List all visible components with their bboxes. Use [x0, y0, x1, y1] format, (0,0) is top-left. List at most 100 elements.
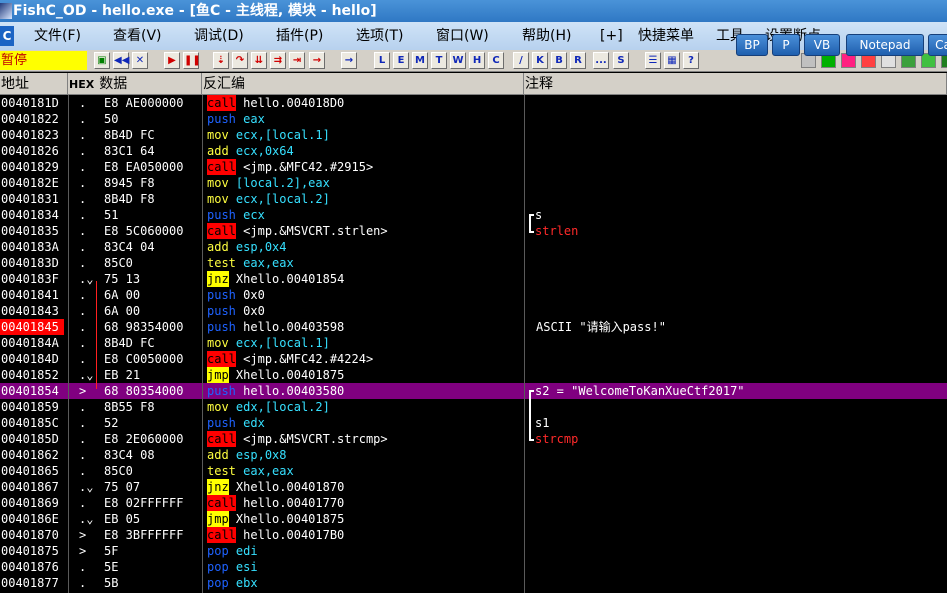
- row-disassembly: add esp,0x4: [207, 239, 287, 255]
- row-mnemonic: add: [207, 448, 229, 462]
- code-row[interactable]: 0040181D. E8 AE000000 call hello.004018D0: [0, 95, 947, 111]
- row-jump-marker: .: [79, 192, 87, 206]
- column-header-comment[interactable]: 注释: [524, 73, 947, 95]
- jump-arrow-line: [96, 281, 97, 389]
- vb-button[interactable]: VB: [804, 34, 840, 56]
- bp-button[interactable]: BP: [736, 34, 768, 56]
- code-row[interactable]: 0040184D. E8 C0050000 call <jmp.&MFC42.#42…: [0, 351, 947, 367]
- code-row[interactable]: 00401852 .⌄ EB 21 jmp Xhello.00401875: [0, 367, 947, 383]
- restart-icon[interactable]: ◀◀: [113, 52, 129, 69]
- menu-window[interactable]: 窗口(W): [436, 27, 489, 45]
- column-header-disasm[interactable]: 反汇编: [202, 73, 524, 95]
- code-row[interactable]: 00401859. 8B55 F8 mov edx,[local.2]: [0, 399, 947, 415]
- code-row[interactable]: 0040185D. E8 2E060000 call <jmp.&MSVCRT.st…: [0, 431, 947, 447]
- code-row[interactable]: 00401845. 68 98354000 push hello.00403598 A…: [0, 319, 947, 335]
- execute-till-return-icon[interactable]: ⇥: [289, 52, 305, 69]
- menu-shortcuts[interactable]: 快捷菜单: [638, 27, 694, 45]
- code-row[interactable]: 00401875 >5F pop edi: [0, 543, 947, 559]
- memory-map-button[interactable]: M: [412, 52, 428, 69]
- row-bytes: 52: [104, 416, 119, 430]
- row-disassembly: push eax: [207, 111, 265, 127]
- code-row[interactable]: 0040186E .⌄ EB 05 jmp Xhello.00401875: [0, 511, 947, 527]
- run-icon[interactable]: ▶: [164, 52, 180, 69]
- go-to-icon[interactable]: →: [309, 52, 325, 69]
- code-row[interactable]: 00401831. 8B4D F8 mov ecx,[local.2]: [0, 191, 947, 207]
- call-stack-button[interactable]: K: [532, 52, 548, 69]
- trace-over-icon[interactable]: ⇉: [270, 52, 286, 69]
- references-button[interactable]: R: [570, 52, 586, 69]
- code-row[interactable]: 00401862. 83C4 08 add esp,0x8: [0, 447, 947, 463]
- run-trace-button[interactable]: ...: [593, 52, 609, 69]
- column-header-data[interactable]: HEX 数据: [68, 73, 202, 95]
- row-jump-marker: .: [79, 320, 87, 334]
- code-row[interactable]: 00401826. 83C1 64 add ecx,0x64: [0, 143, 947, 159]
- row-mnemonic: mov: [207, 128, 229, 142]
- row-disassembly: pop ebx: [207, 575, 258, 591]
- trace-into-icon[interactable]: ⇊: [251, 52, 267, 69]
- disassembly-listing[interactable]: 0040181D. E8 AE000000 call hello.004018D0 0…: [0, 95, 947, 593]
- code-row[interactable]: 0040183A. 83C4 04 add esp,0x4: [0, 239, 947, 255]
- list-icon[interactable]: ☰: [645, 52, 661, 69]
- code-row[interactable]: 0040183F .⌄ 75 13 jnz Xhello.00401854: [0, 271, 947, 287]
- menu-help[interactable]: 帮助(H): [522, 27, 571, 45]
- code-row[interactable]: 0040185C. 52 push edx s1: [0, 415, 947, 431]
- menu-file[interactable]: 文件(F): [34, 27, 81, 45]
- close-icon[interactable]: ✕: [132, 52, 148, 69]
- code-row[interactable]: 00401843. 6A 00 push 0x0: [0, 303, 947, 319]
- animate-icon[interactable]: →: [341, 52, 357, 69]
- breakpoints-button[interactable]: B: [551, 52, 567, 69]
- code-row[interactable]: 00401867 .⌄ 75 07 jnz Xhello.00401870: [0, 479, 947, 495]
- p-button[interactable]: P: [772, 34, 800, 56]
- help-icon[interactable]: ?: [683, 52, 699, 69]
- notepad-button[interactable]: Notepad: [846, 34, 924, 56]
- code-row[interactable]: 00401865. 85C0 test eax,eax: [0, 463, 947, 479]
- row-operand: <jmp.&MFC42.#4224>: [243, 352, 374, 366]
- pause-icon[interactable]: ❚❚: [183, 52, 201, 69]
- code-row[interactable]: 00401823. 8B4D FC mov ecx,[local.1]: [0, 127, 947, 143]
- row-operand: <jmp.&MFC42.#2915>: [243, 160, 374, 174]
- row-jump-marker: .: [79, 576, 87, 590]
- row-bytes: E8 3BFFFFFF: [104, 528, 184, 542]
- open-icon[interactable]: ▣: [94, 52, 110, 69]
- menu-debug[interactable]: 调试(D): [194, 27, 244, 45]
- row-disassembly: push hello.00403580: [207, 383, 344, 399]
- cpu-button[interactable]: C: [488, 52, 504, 69]
- log-window-button[interactable]: L: [374, 52, 390, 69]
- source-button[interactable]: S: [613, 52, 629, 69]
- row-jump-marker: .: [79, 240, 87, 254]
- row-comment: s: [535, 208, 543, 222]
- column-header-address[interactable]: 地址: [0, 73, 68, 95]
- code-row[interactable]: 00401834. 51 push ecx s: [0, 207, 947, 223]
- windows-button[interactable]: W: [450, 52, 466, 69]
- grid-icon[interactable]: ▦: [664, 52, 680, 69]
- menu-options[interactable]: 选项(T): [356, 27, 403, 45]
- threads-button[interactable]: T: [431, 52, 447, 69]
- handles-button[interactable]: H: [469, 52, 485, 69]
- row-operand: Xhello.00401875: [235, 512, 345, 526]
- menu-plugins[interactable]: 插件(P): [276, 27, 323, 45]
- code-row[interactable]: 00401829. E8 EA050000 call <jmp.&MFC42.#29…: [0, 159, 947, 175]
- code-row[interactable]: 00401854 >68 80354000 push hello.00403580 s…: [0, 383, 947, 399]
- code-row[interactable]: 00401822. 50 push eax: [0, 111, 947, 127]
- patches-button[interactable]: /: [513, 52, 529, 69]
- code-row[interactable]: 0040182E. 8945 F8 mov [local.2],eax: [0, 175, 947, 191]
- step-into-icon[interactable]: ⇣: [213, 52, 229, 69]
- row-bytes: 5E: [104, 560, 119, 574]
- code-row[interactable]: 00401870 > E8 3BFFFFFF call hello.004017B0: [0, 527, 947, 543]
- code-row[interactable]: 00401877. 5B pop ebx: [0, 575, 947, 591]
- row-operand: Xhello.00401875: [235, 368, 345, 382]
- row-bytes: 83C4 08: [104, 448, 155, 462]
- code-row[interactable]: 00401876. 5E pop esi: [0, 559, 947, 575]
- row-mnemonic: push: [207, 208, 236, 222]
- fishc-badge-icon[interactable]: C: [0, 26, 14, 46]
- executables-button[interactable]: E: [393, 52, 409, 69]
- menu-view[interactable]: 查看(V): [113, 27, 162, 45]
- code-row[interactable]: 0040184A. 8B4D FC mov ecx,[local.1]: [0, 335, 947, 351]
- code-row[interactable]: 0040183D. 85C0 test eax,eax: [0, 255, 947, 271]
- menu-expand[interactable]: [+]: [600, 27, 623, 45]
- code-row[interactable]: 00401835. E8 5C060000 call <jmp.&MSVCRT.st…: [0, 223, 947, 239]
- step-over-icon[interactable]: ↷: [232, 52, 248, 69]
- code-row[interactable]: 00401841. 6A 00 push 0x0: [0, 287, 947, 303]
- calc-button[interactable]: Ca: [928, 34, 947, 56]
- code-row[interactable]: 00401869. E8 02FFFFFF call hello.00401770: [0, 495, 947, 511]
